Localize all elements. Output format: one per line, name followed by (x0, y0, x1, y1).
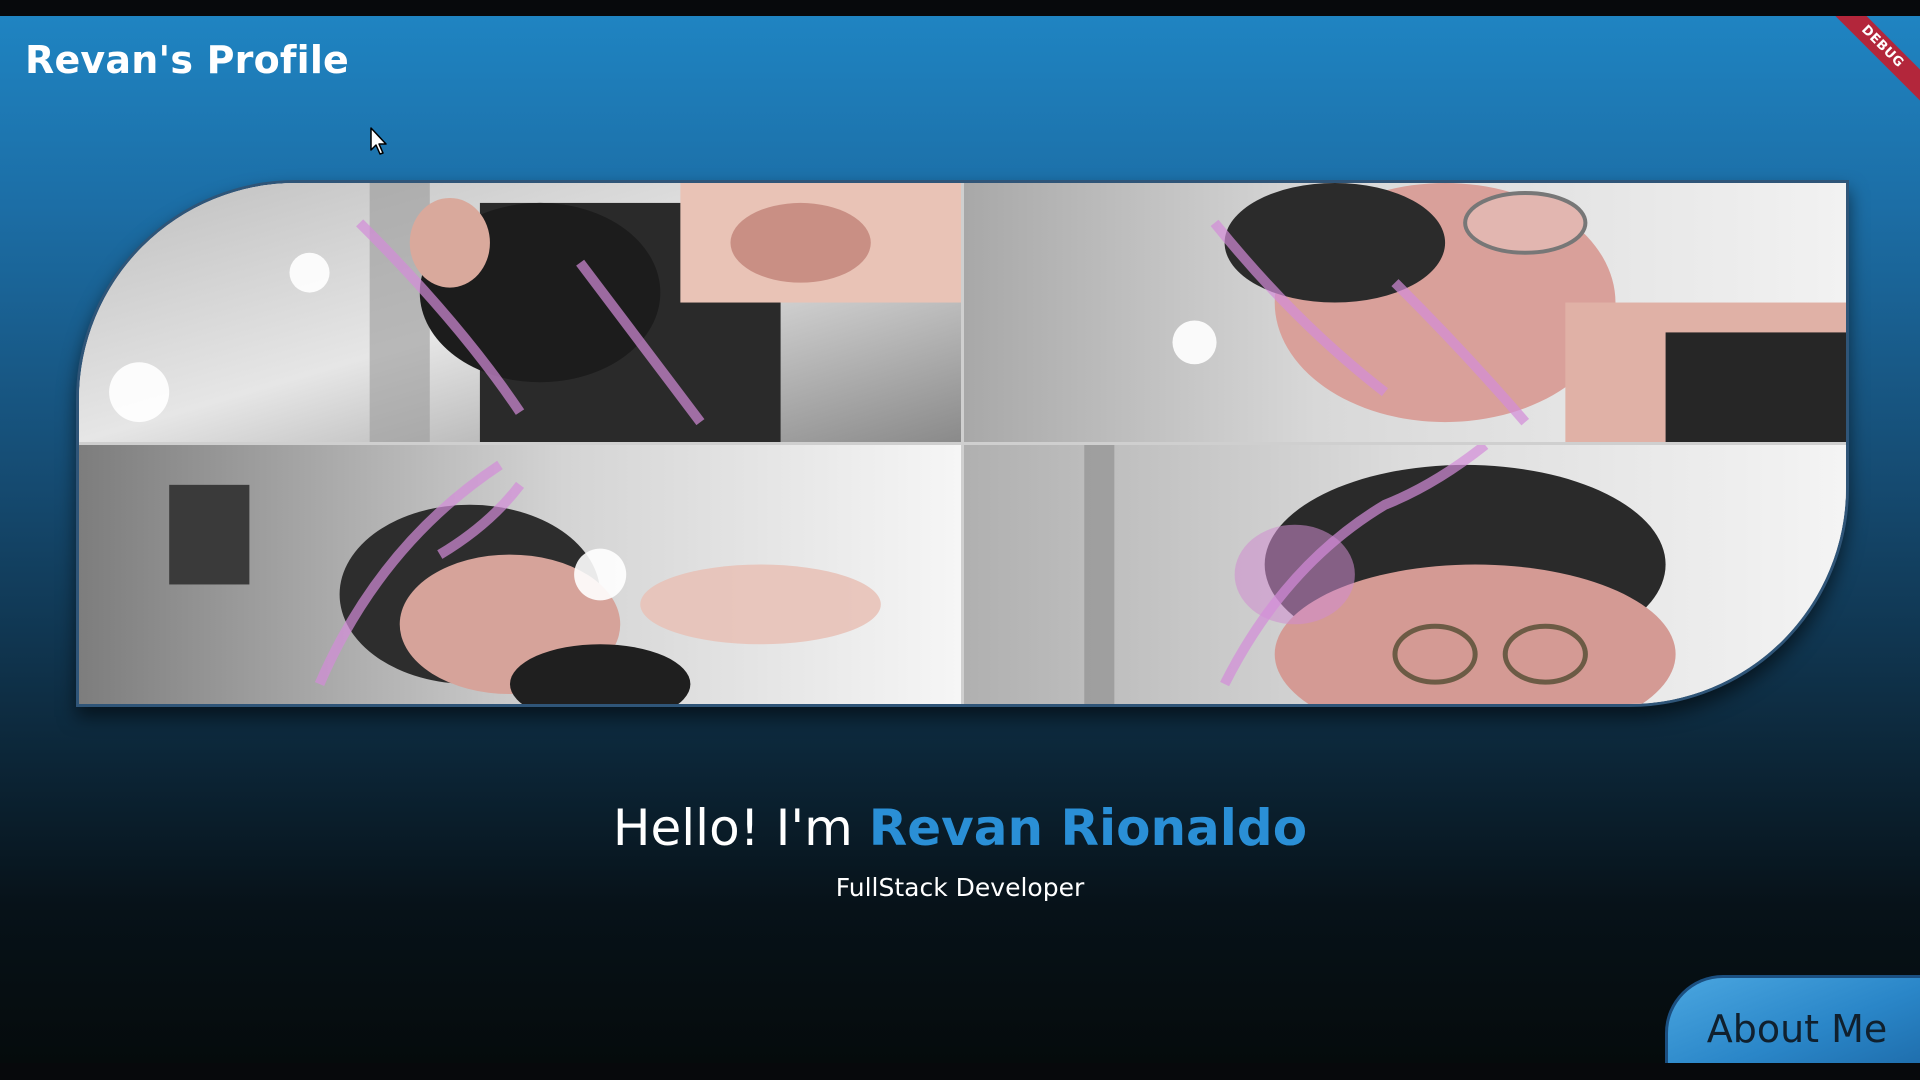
photo-tile-bottom-left (79, 445, 961, 704)
photo-tile-top-left (79, 183, 961, 442)
debug-banner: DEBUG (1817, 16, 1920, 112)
photo-tile-bottom-right (964, 445, 1846, 704)
photo-collage (76, 180, 1849, 707)
photo-tile-top-right (964, 183, 1846, 442)
about-me-button[interactable]: About Me (1665, 975, 1920, 1063)
app-window: Revan's Profile DEBUG Hello! I'm Revan R… (0, 0, 1920, 1080)
mouse-cursor-icon (370, 127, 387, 155)
hero-name: Revan Rionaldo (868, 799, 1308, 857)
about-me-label: About Me (1706, 1006, 1888, 1051)
app-body: Revan's Profile DEBUG Hello! I'm Revan R… (0, 16, 1920, 1063)
app-title: Revan's Profile (25, 38, 350, 82)
hero-greeting: Hello! I'm Revan Rionaldo (0, 799, 1920, 857)
window-top-strip (0, 0, 1920, 16)
greeting-text: Hello! I'm (612, 799, 853, 857)
window-bottom-strip (0, 1063, 1920, 1080)
hero-role: FullStack Developer (835, 873, 1085, 902)
